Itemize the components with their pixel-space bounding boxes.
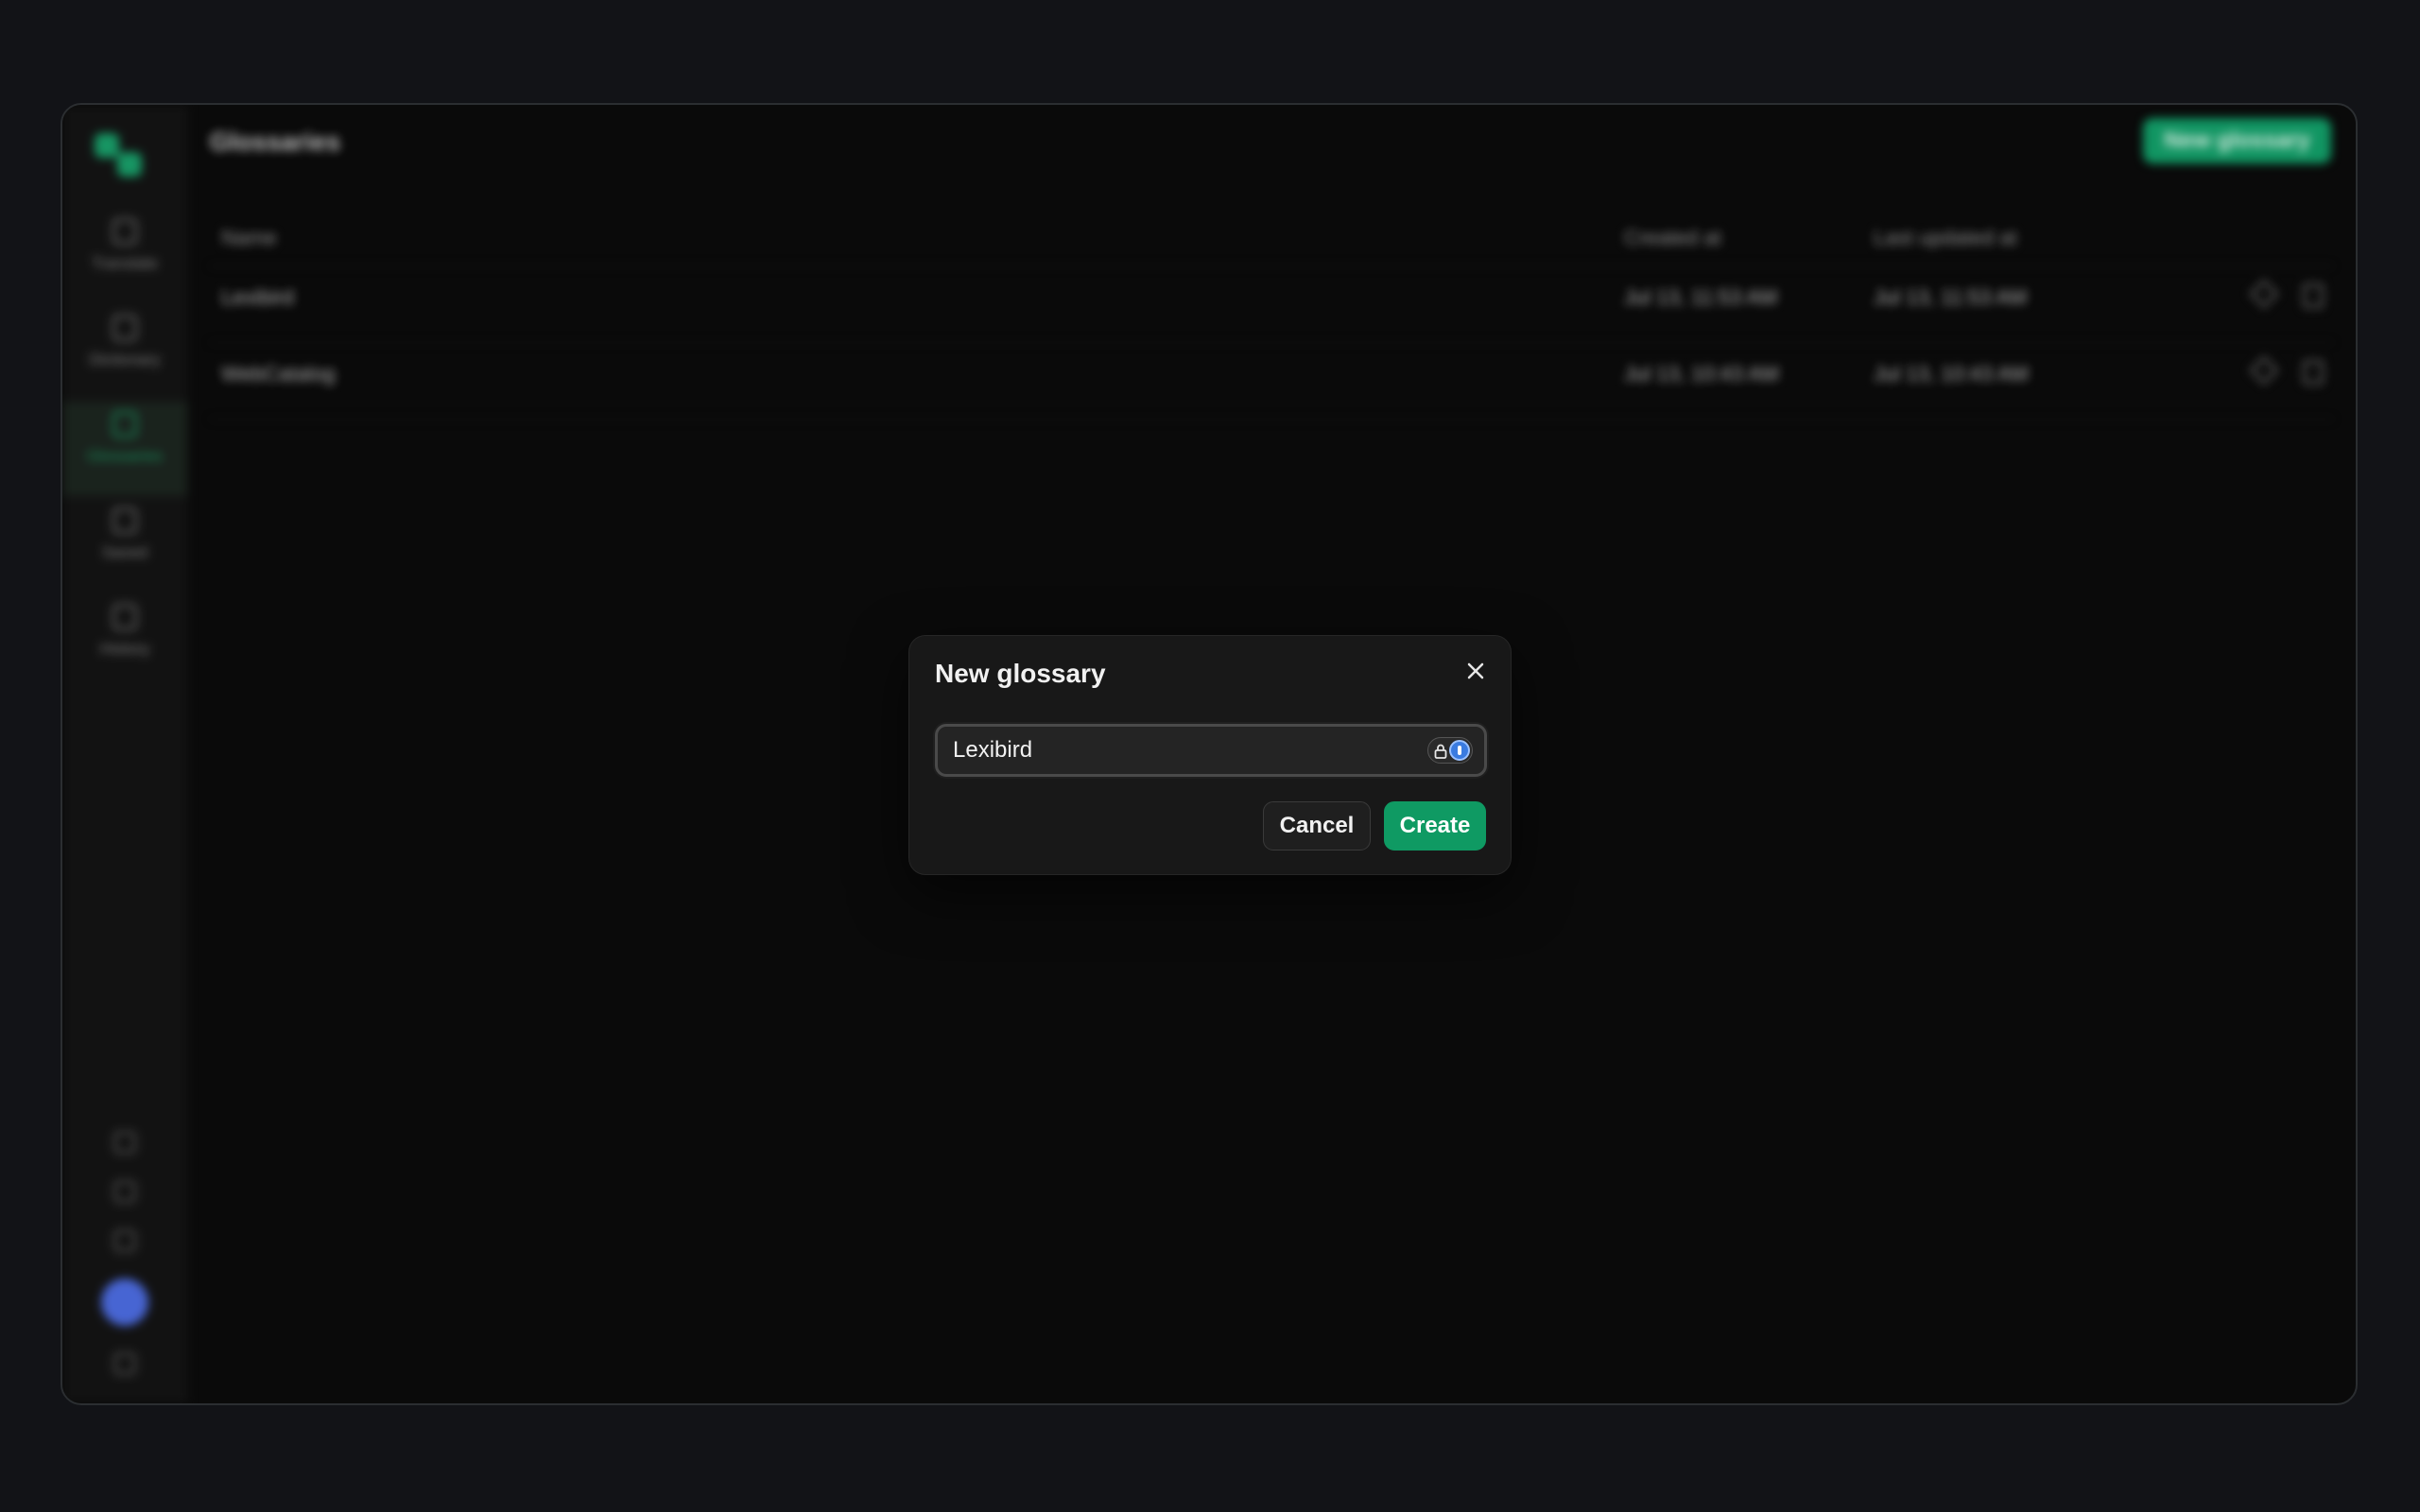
password-manager-icon	[1449, 740, 1470, 761]
new-glossary-dialog: New glossary Cancel Create	[908, 635, 1512, 875]
cancel-button[interactable]: Cancel	[1263, 801, 1371, 850]
lock-icon	[1434, 744, 1447, 759]
glossary-name-input[interactable]	[938, 727, 1484, 774]
close-icon	[1467, 662, 1484, 679]
password-manager-badge[interactable]	[1427, 737, 1473, 764]
create-button[interactable]: Create	[1384, 801, 1486, 850]
close-button[interactable]	[1461, 657, 1490, 685]
dialog-title: New glossary	[935, 659, 1106, 688]
glossary-name-field	[935, 724, 1487, 777]
